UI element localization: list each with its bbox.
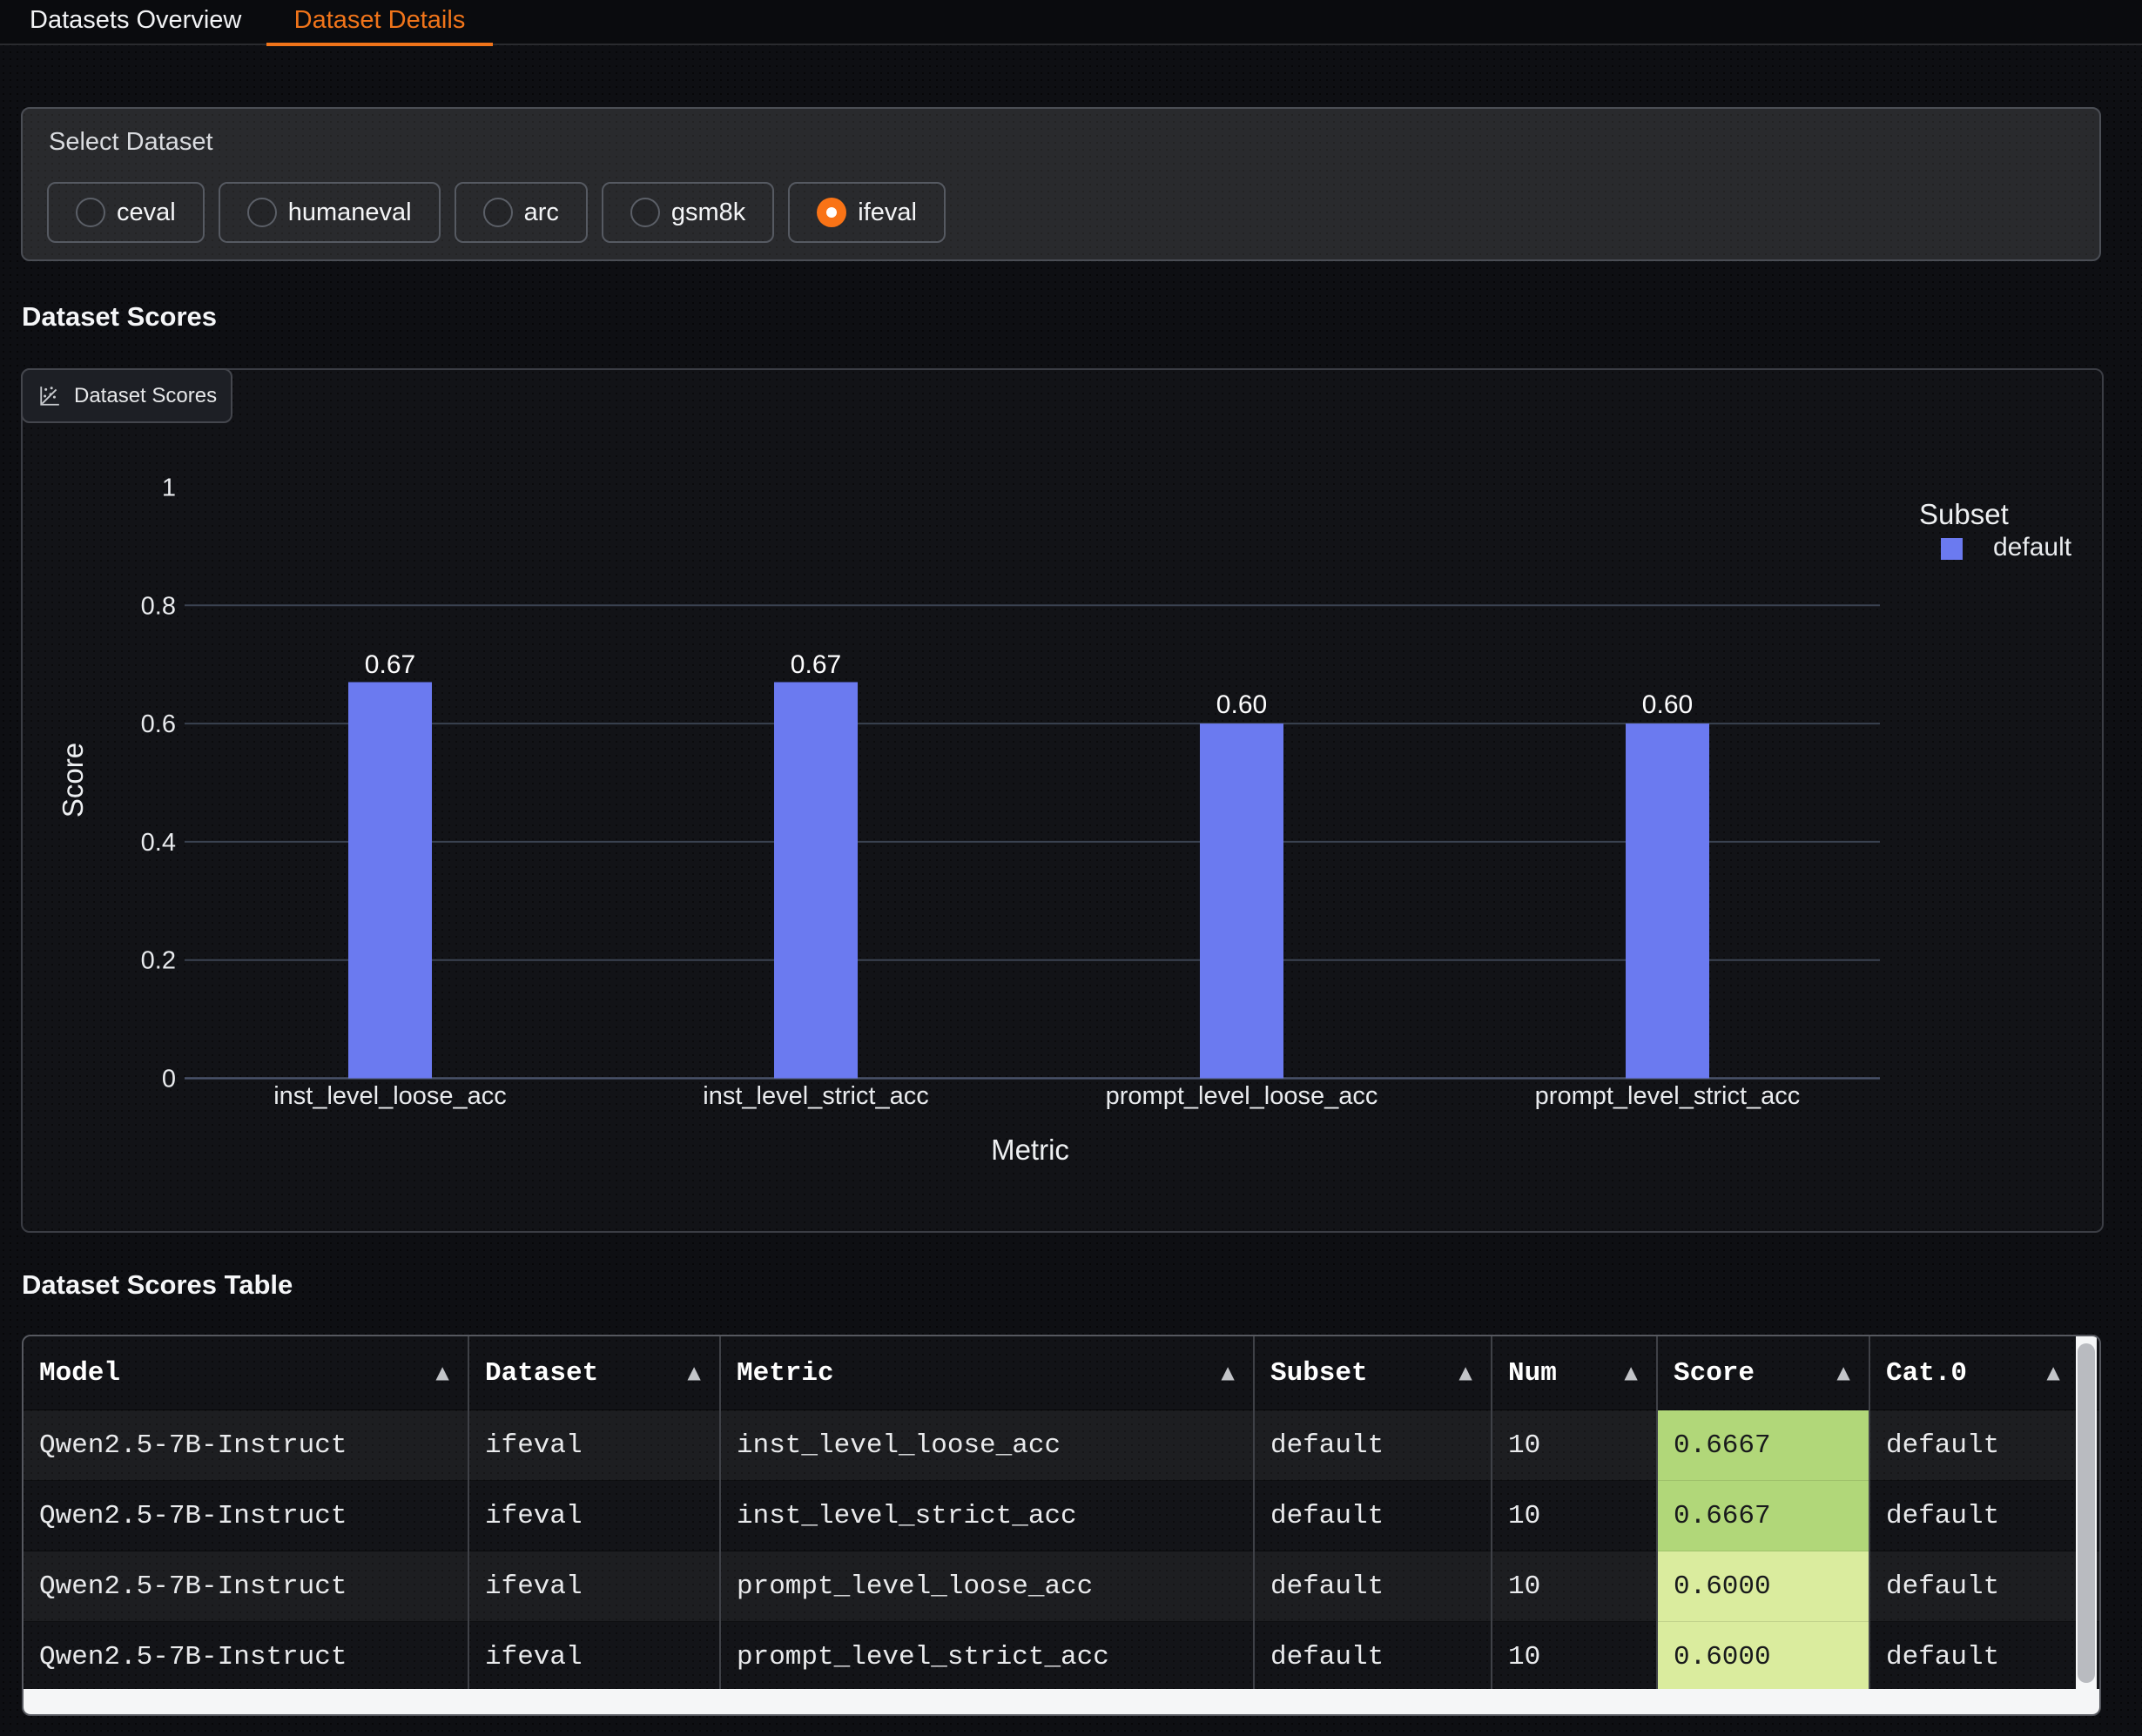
- svg-text:Metric: Metric: [991, 1134, 1069, 1166]
- svg-text:0.8: 0.8: [141, 592, 176, 620]
- svg-text:Subset: Subset: [1919, 498, 2009, 530]
- svg-text:0.4: 0.4: [141, 829, 176, 857]
- svg-text:0.2: 0.2: [141, 947, 176, 975]
- svg-text:Score: Score: [57, 743, 89, 818]
- svg-text:0.60: 0.60: [1216, 690, 1267, 719]
- svg-text:0.6: 0.6: [141, 710, 176, 738]
- svg-text:0.60: 0.60: [1642, 690, 1693, 719]
- svg-text:0.67: 0.67: [365, 650, 415, 679]
- svg-text:inst_level_loose_acc: inst_level_loose_acc: [273, 1082, 507, 1110]
- svg-text:0: 0: [162, 1066, 176, 1093]
- svg-text:prompt_level_loose_acc: prompt_level_loose_acc: [1106, 1082, 1378, 1110]
- svg-text:inst_level_strict_acc: inst_level_strict_acc: [703, 1082, 929, 1110]
- svg-text:0.67: 0.67: [791, 650, 841, 679]
- svg-text:prompt_level_strict_acc: prompt_level_strict_acc: [1535, 1082, 1801, 1110]
- svg-text:default: default: [1993, 533, 2072, 562]
- svg-text:1: 1: [162, 474, 176, 502]
